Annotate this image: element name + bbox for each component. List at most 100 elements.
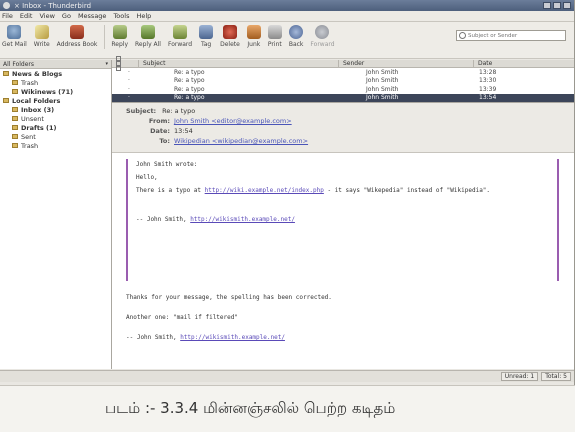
folder-label: Drafts (1) [21,123,57,132]
folder-item[interactable]: Sent [0,132,111,141]
reply-signature: -- John Smith, http://wikismith.example.… [126,334,285,341]
chevron-down-icon: ▾ [105,61,108,67]
thread-date: 13:54 [479,94,497,102]
toolbar: Get Mail Write Address Book Reply Reply … [0,22,574,59]
reply-text: Thanks for your message, the spelling ha… [126,294,332,301]
message-header: Subject: Re: a typo From: John Smith <ed… [112,103,574,153]
menu-view[interactable]: View [39,12,54,20]
signature-link[interactable]: http://wikismith.example.net/ [180,334,285,341]
folder-icon [12,143,18,148]
folder-item[interactable]: Trash [0,78,111,87]
thread-row[interactable]: · Re: a typo John Smith 13:30 [112,77,574,86]
junk-button[interactable]: Junk [246,25,261,48]
thread-date: 13:28 [479,68,497,76]
quote-greeting: Hello, [136,174,158,181]
thread-list: · Re: a typo John Smith 13:28 · Re: a typo Joh… [112,68,574,102]
maximize-icon[interactable] [553,2,561,9]
reply-button[interactable]: Reply [111,25,128,48]
forward-button[interactable]: Forward [168,25,192,48]
thread-subject: Re: a typo [174,77,205,85]
folder-icon [12,116,18,121]
thread-date: 13:39 [479,85,497,93]
folder-label: Local Folders [12,96,61,105]
to-address[interactable]: Wikipedian <wikipedian@example.com> [174,137,308,145]
folder-icon [12,80,18,85]
app-icon [3,2,10,9]
folder-icon [12,89,18,94]
folder-pane-header[interactable]: All Folders ▾ [0,60,111,69]
get-mail-button[interactable]: Get Mail [2,25,27,48]
folder-icon [3,71,9,76]
forward-icon [173,25,188,39]
forward-nav-icon [315,25,330,39]
search-box[interactable] [456,30,566,41]
thread-date: 13:30 [479,77,497,85]
folder-label: Unsent [21,114,44,123]
total-count: Total: 5 [541,372,571,381]
back-button[interactable]: Back [289,25,303,48]
delete-button[interactable]: Delete [220,25,240,48]
thread-row[interactable]: · Re: a typo John Smith 13:28 [112,68,574,77]
to-line: To: Wikipedian <wikipedian@example.com> [159,137,309,145]
menu-file[interactable]: File [2,12,13,20]
main-area: All Folders ▾ News & Blogs Trash Wikinews … [0,56,574,369]
from-line: From: John Smith <editor@example.com> [148,117,292,125]
menu-help[interactable]: Help [136,12,151,20]
folder-icon [12,125,18,130]
status-bar: Unread: 1 Total: 5 [0,370,574,382]
reply-all-button[interactable]: Reply All [135,25,161,48]
thread-row[interactable]: · Re: a typo John Smith 13:54 [112,93,574,102]
thread-subject: Re: a typo [174,68,205,76]
menu-edit[interactable]: Edit [20,12,33,20]
minimize-icon[interactable] [543,2,551,9]
folder-item[interactable]: Wikinews (71) [0,87,111,96]
column-subject[interactable]: Subject [138,60,338,67]
quoted-message: John Smith wrote: Hello, There is a typo… [126,159,559,281]
delete-icon [222,25,237,39]
thread-pane: Subject Sender Date · Re: a typo John Smit… [112,56,574,103]
tag-button[interactable]: Tag [199,25,214,48]
address-book-icon [70,25,84,39]
quote-link[interactable]: http://wiki.example.net/index.php [205,187,324,194]
quote-intro: John Smith wrote: [136,161,198,168]
folder-label: Inbox (3) [21,105,55,114]
menu-go[interactable]: Go [62,12,71,20]
folder-icon [12,134,18,139]
forward-nav-button[interactable]: Forward [310,25,335,48]
thread-sender: John Smith [366,85,399,93]
reply-icon [112,25,127,39]
right-pane: Subject Sender Date · Re: a typo John Smit… [112,56,574,369]
column-sender[interactable]: Sender [338,60,473,67]
from-address[interactable]: John Smith <editor@example.com> [174,117,292,125]
unread-count: Unread: 1 [500,372,539,381]
write-button[interactable]: Write [34,25,50,48]
folder-item[interactable]: Trash [0,141,111,150]
search-icon [459,32,466,39]
quote-signature-link[interactable]: http://wikismith.example.net/ [190,216,295,223]
thread-status-icon: · [128,85,130,93]
thunderbird-window: × Inbox - Thunderbird File Edit View Go … [0,0,575,385]
search-input[interactable] [468,32,563,39]
menu-tools[interactable]: Tools [113,12,129,20]
thread-row[interactable]: · Re: a typo John Smith 13:39 [112,85,574,94]
message-body: John Smith wrote: Hello, There is a typo… [112,153,574,369]
folder-item[interactable]: Unsent [0,114,111,123]
folder-pane: All Folders ▾ News & Blogs Trash Wikinews … [0,60,112,369]
folder-list: News & Blogs Trash Wikinews (71) Local Fold… [0,69,111,150]
folder-item[interactable]: Local Folders [0,96,111,105]
toolbar-separator [104,25,106,49]
thread-sender: John Smith [366,77,399,85]
folder-label: Wikinews (71) [21,87,74,96]
folder-item[interactable]: Drafts (1) [0,123,111,132]
address-book-button[interactable]: Address Book [57,25,97,48]
folder-item[interactable]: News & Blogs [0,69,111,78]
folder-item[interactable]: Inbox (3) [0,105,111,114]
quote-text: There is a typo at http://wiki.example.n… [136,187,491,194]
thread-subject: Re: a typo [174,85,205,93]
column-date[interactable]: Date [473,60,574,67]
reply-all-icon [140,25,155,39]
folder-label: Trash [21,141,39,150]
close-icon[interactable] [563,2,571,9]
print-button[interactable]: Print [267,25,282,48]
menu-message[interactable]: Message [78,12,107,20]
